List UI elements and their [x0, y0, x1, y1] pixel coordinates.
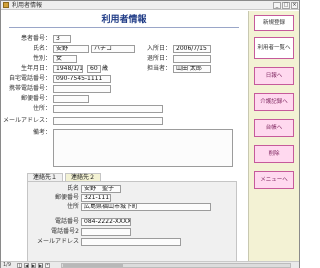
- prev-record-button[interactable]: ◀: [24, 263, 29, 268]
- contact-email-label: メールアドレス: [36, 238, 79, 245]
- status-bar: 1/9 |◀ ◀ ▶ ▶| *: [1, 261, 299, 268]
- next-record-button[interactable]: ▶: [31, 263, 36, 268]
- care-record-button[interactable]: 介護記録へ: [254, 93, 294, 111]
- gender-label: 性別：: [32, 55, 51, 62]
- scrollbar-thumb[interactable]: [63, 264, 123, 267]
- contact-address-field[interactable]: 広島県福山市城下町: [81, 203, 211, 211]
- discharge-label: 退所日：: [146, 55, 171, 62]
- contact-postal-label: 郵便番号: [54, 194, 79, 201]
- staff-label: 担当者：: [146, 65, 171, 72]
- age-field: 60: [87, 65, 101, 73]
- horizontal-scrollbar[interactable]: [61, 263, 291, 268]
- patient-no-label: 患者番号：: [20, 35, 51, 42]
- age-unit: 歳: [102, 65, 109, 72]
- remarks-field[interactable]: [53, 129, 233, 167]
- contact-phone2-label: 電話番号2: [51, 228, 79, 235]
- menu-button[interactable]: メニューへ: [254, 171, 294, 189]
- contact-email-field[interactable]: [81, 238, 181, 246]
- birth-label: 生年月日：: [20, 65, 51, 72]
- address-field[interactable]: [53, 105, 163, 113]
- daily-report-button[interactable]: 日報へ: [254, 67, 294, 85]
- birth-field[interactable]: 1948/1/1: [53, 65, 83, 73]
- sidebar: 新規登録 利用者一覧へ 日報へ 介護記録へ 台帳へ 削除 メニューへ: [248, 11, 299, 261]
- mobile-phone-field[interactable]: [53, 85, 111, 93]
- delete-button[interactable]: 削除: [254, 145, 294, 163]
- new-record-button[interactable]: *: [45, 263, 50, 268]
- gender-field[interactable]: 女: [53, 55, 77, 63]
- app-window: 利用者情報 _ □ × 利用者情報 患者番号： 3 氏名： 安野 ハチコ 入所日…: [0, 0, 300, 268]
- admission-field[interactable]: 2006/7/15: [173, 45, 211, 53]
- remarks-label: 備考：: [32, 129, 51, 136]
- mobile-phone-label: 携帯電話番号：: [8, 85, 51, 92]
- title-bar: 利用者情報 _ □ ×: [1, 1, 299, 10]
- first-record-button[interactable]: |◀: [17, 263, 22, 268]
- new-register-button[interactable]: 新規登録: [254, 15, 294, 31]
- address-label: 住所：: [32, 105, 51, 112]
- app-icon: [3, 2, 9, 8]
- patient-no-field[interactable]: 3: [53, 35, 71, 43]
- contact-postal-field[interactable]: 321-1111: [81, 194, 111, 202]
- email-label: メールアドレス：: [3, 117, 52, 124]
- admission-label: 入所日：: [146, 45, 171, 52]
- user-list-button[interactable]: 利用者一覧へ: [254, 37, 294, 59]
- form-area: 利用者情報 患者番号： 3 氏名： 安野 ハチコ 入所日： 2006/7/15 …: [1, 11, 247, 263]
- contact-phone-label: 電話番号: [54, 218, 79, 225]
- last-name-field[interactable]: 安野: [53, 45, 89, 53]
- contact-address-label: 住所: [66, 203, 79, 210]
- maximize-button[interactable]: □: [282, 2, 290, 9]
- ledger-button[interactable]: 台帳へ: [254, 119, 294, 137]
- record-counter: 1/9: [3, 262, 12, 268]
- contact-name-field[interactable]: 安野 聖子: [81, 185, 121, 193]
- close-button[interactable]: ×: [291, 2, 298, 9]
- postal-field[interactable]: [53, 95, 89, 103]
- window-title: 利用者情報: [12, 2, 43, 9]
- name-label: 氏名：: [32, 45, 51, 52]
- home-phone-field[interactable]: 090-7545-1111: [53, 75, 111, 83]
- contact-name-label: 氏名: [66, 185, 79, 192]
- staff-field[interactable]: 山田 太郎: [173, 65, 211, 73]
- home-phone-label: 自宅電話番号：: [8, 75, 51, 82]
- form-title: 利用者情報: [101, 15, 147, 25]
- postal-label: 郵便番号：: [20, 95, 51, 102]
- contact-phone2-field[interactable]: [81, 228, 131, 236]
- title-divider: [9, 27, 239, 28]
- last-record-button[interactable]: ▶|: [38, 263, 43, 268]
- minimize-button[interactable]: _: [273, 2, 281, 9]
- email-field[interactable]: [53, 117, 163, 125]
- contact-phone-field[interactable]: 084-2222-XXXX: [81, 218, 131, 226]
- discharge-field[interactable]: [173, 55, 211, 63]
- first-name-field[interactable]: ハチコ: [91, 45, 135, 53]
